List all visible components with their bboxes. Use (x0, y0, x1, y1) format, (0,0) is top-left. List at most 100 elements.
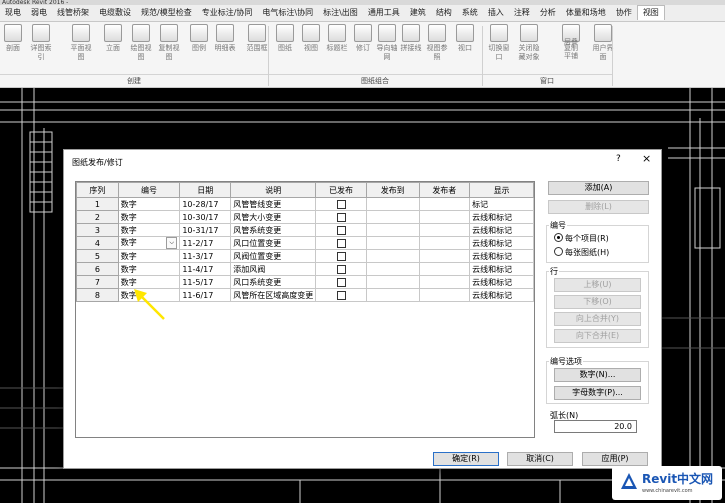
chevron-down-icon[interactable]: ⌵ (166, 237, 178, 249)
cell-issued-to[interactable] (365, 275, 420, 289)
ribbon-tool-button[interactable]: 明细表 (212, 24, 238, 53)
cell-show[interactable]: 标记 (469, 197, 534, 211)
ribbon-tool-button[interactable]: 图纸 (272, 24, 298, 53)
add-button[interactable]: 添加(A) (548, 181, 649, 195)
per-sheet-radio[interactable]: 每张图纸(H) (554, 247, 609, 258)
numeric-button[interactable]: 数字(N)... (554, 368, 641, 382)
move-down-button[interactable]: 下移(O) (554, 295, 641, 309)
ribbon-tab[interactable]: 视图 (636, 5, 665, 20)
cell-description[interactable]: 风口位置变更 (230, 236, 317, 250)
cell-number[interactable]: 数字 (117, 249, 181, 263)
ribbon-tool-button[interactable]: 平面视图 (68, 24, 94, 62)
cell-issued-by[interactable] (418, 223, 471, 237)
cell-number[interactable]: 数字 ⌵ (117, 236, 181, 250)
cell-date[interactable]: 11-5/17 (179, 275, 232, 289)
cell-issued-by[interactable] (418, 236, 471, 250)
cell-issued[interactable] (315, 288, 367, 302)
cell-number[interactable]: 数字 (117, 210, 181, 224)
cell-issued[interactable] (315, 262, 367, 276)
ribbon-tool-button[interactable]: 视口 (452, 24, 478, 53)
table-row[interactable]: 4 数字 ⌵ 11-2/17 风口位置变更 云线和标记 (76, 236, 534, 250)
cell-description[interactable]: 风口系统变更 (230, 275, 317, 289)
cell-description[interactable]: 风管管线变更 (230, 197, 317, 211)
ribbon-tool-button[interactable]: 导向轴网 (374, 24, 400, 62)
ribbon-tab[interactable]: 标注\出图 (318, 5, 363, 21)
cell-date[interactable]: 11-6/17 (179, 288, 232, 302)
ribbon-tool-button[interactable]: 标题栏 (324, 24, 350, 53)
close-icon[interactable]: × (642, 152, 651, 165)
cell-show[interactable]: 云线和标记 (469, 262, 534, 276)
merge-up-button[interactable]: 向上合并(Y) (554, 312, 641, 326)
cell-number[interactable]: 数字 (117, 223, 181, 237)
ribbon-tab[interactable]: 专业标注/协同 (197, 5, 258, 21)
cell-show[interactable]: 云线和标记 (469, 210, 534, 224)
ok-button[interactable]: 确定(R) (433, 452, 499, 466)
ribbon-tool-button[interactable]: 绘图视图 (128, 24, 154, 62)
ribbon-tool-button[interactable]: 图例 (186, 24, 212, 53)
ribbon-tab[interactable]: 通用工具 (363, 5, 405, 21)
table-row[interactable]: 6 数字 11-4/17 添加风阀 云线和标记 (76, 262, 534, 276)
table-row[interactable]: 1 数字 10-28/17 风管管线变更 标记 (76, 197, 534, 211)
issued-checkbox[interactable] (336, 251, 346, 261)
cell-number[interactable]: 数字 (117, 262, 181, 276)
cell-show[interactable]: 云线和标记 (469, 275, 534, 289)
ribbon-tab[interactable]: 弱电 (26, 5, 52, 21)
ribbon-tool-button[interactable]: 详图索引 (28, 24, 54, 62)
ribbon-tab[interactable]: 现电 (0, 5, 26, 21)
cell-description[interactable]: 风阀位置变更 (230, 249, 317, 263)
ribbon-tab[interactable]: 结构 (431, 5, 457, 21)
cell-description[interactable]: 风管所在区域高度变更 (230, 288, 317, 302)
ribbon-tool-button[interactable]: 平铺 (558, 52, 584, 61)
cell-date[interactable]: 11-4/17 (179, 262, 232, 276)
ribbon-tool-button[interactable]: 视图 (298, 24, 324, 53)
cell-issued-by[interactable] (418, 249, 471, 263)
table-row[interactable]: 5 数字 11-3/17 风阀位置变更 云线和标记 (76, 249, 534, 263)
ribbon-tab[interactable]: 规范/模型检查 (136, 5, 197, 21)
table-row[interactable]: 2 数字 10-30/17 风管大小变更 云线和标记 (76, 210, 534, 224)
ribbon-tab[interactable]: 协作 (611, 5, 637, 21)
help-icon[interactable]: ? (616, 154, 621, 164)
move-up-button[interactable]: 上移(U) (554, 278, 641, 292)
ribbon-tab[interactable]: 线管桥架 (52, 5, 94, 21)
ribbon-tab[interactable]: 电缆敷设 (94, 5, 136, 21)
cell-show[interactable]: 云线和标记 (469, 249, 534, 263)
ribbon-tab[interactable]: 分析 (535, 5, 561, 21)
cell-number[interactable]: 数字 (117, 197, 181, 211)
ribbon-tab[interactable]: 系统 (457, 5, 483, 21)
cell-description[interactable]: 风管系统变更 (230, 223, 317, 237)
delete-button[interactable]: 删除(L) (548, 200, 649, 214)
ribbon-tool-button[interactable]: 拼接线 (398, 24, 424, 53)
table-row[interactable]: 3 数字 10-31/17 风管系统变更 云线和标记 (76, 223, 534, 237)
ribbon-tool-button[interactable]: 关闭隐藏对象 (516, 24, 542, 62)
alphanumeric-button[interactable]: 字母数字(P)... (554, 386, 641, 400)
cell-issued[interactable] (315, 223, 367, 237)
cell-issued-to[interactable] (365, 236, 420, 250)
cell-show[interactable]: 云线和标记 (469, 223, 534, 237)
ribbon-tab[interactable]: 体量和场地 (561, 5, 611, 21)
merge-down-button[interactable]: 向下合并(E) (554, 329, 641, 343)
ribbon-tab[interactable]: 电气标注\协同 (257, 5, 318, 21)
cancel-button[interactable]: 取消(C) (507, 452, 573, 466)
ribbon-tab[interactable]: 插入 (483, 5, 509, 21)
issued-checkbox[interactable] (336, 238, 346, 248)
per-project-radio[interactable]: 每个项目(R) (554, 233, 609, 244)
cell-show[interactable]: 云线和标记 (469, 288, 534, 302)
ribbon-tool-button[interactable]: 视图参照 (424, 24, 450, 62)
ribbon-tool-button[interactable]: 切换窗口 (486, 24, 512, 62)
ribbon-tool-button[interactable]: 修订 (350, 24, 376, 53)
cell-issued-to[interactable] (365, 288, 420, 302)
cell-date[interactable]: 11-2/17 (179, 236, 232, 250)
cell-date[interactable]: 10-31/17 (179, 223, 232, 237)
ribbon-tool-button[interactable]: 层叠 (558, 38, 584, 47)
cell-date[interactable]: 11-3/17 (179, 249, 232, 263)
cell-issued[interactable] (315, 236, 367, 250)
cell-issued[interactable] (315, 249, 367, 263)
issued-checkbox[interactable] (336, 199, 346, 209)
cell-issued-by[interactable] (418, 275, 471, 289)
ribbon-tab[interactable]: 建筑 (405, 5, 431, 21)
cell-date[interactable]: 10-28/17 (179, 197, 232, 211)
cell-issued-by[interactable] (418, 210, 471, 224)
ribbon-tool-button[interactable]: 剖面 (0, 24, 26, 53)
ribbon-tool-button[interactable]: 复制视图 (156, 24, 182, 62)
arc-length-input[interactable]: 20.0 (554, 420, 637, 433)
